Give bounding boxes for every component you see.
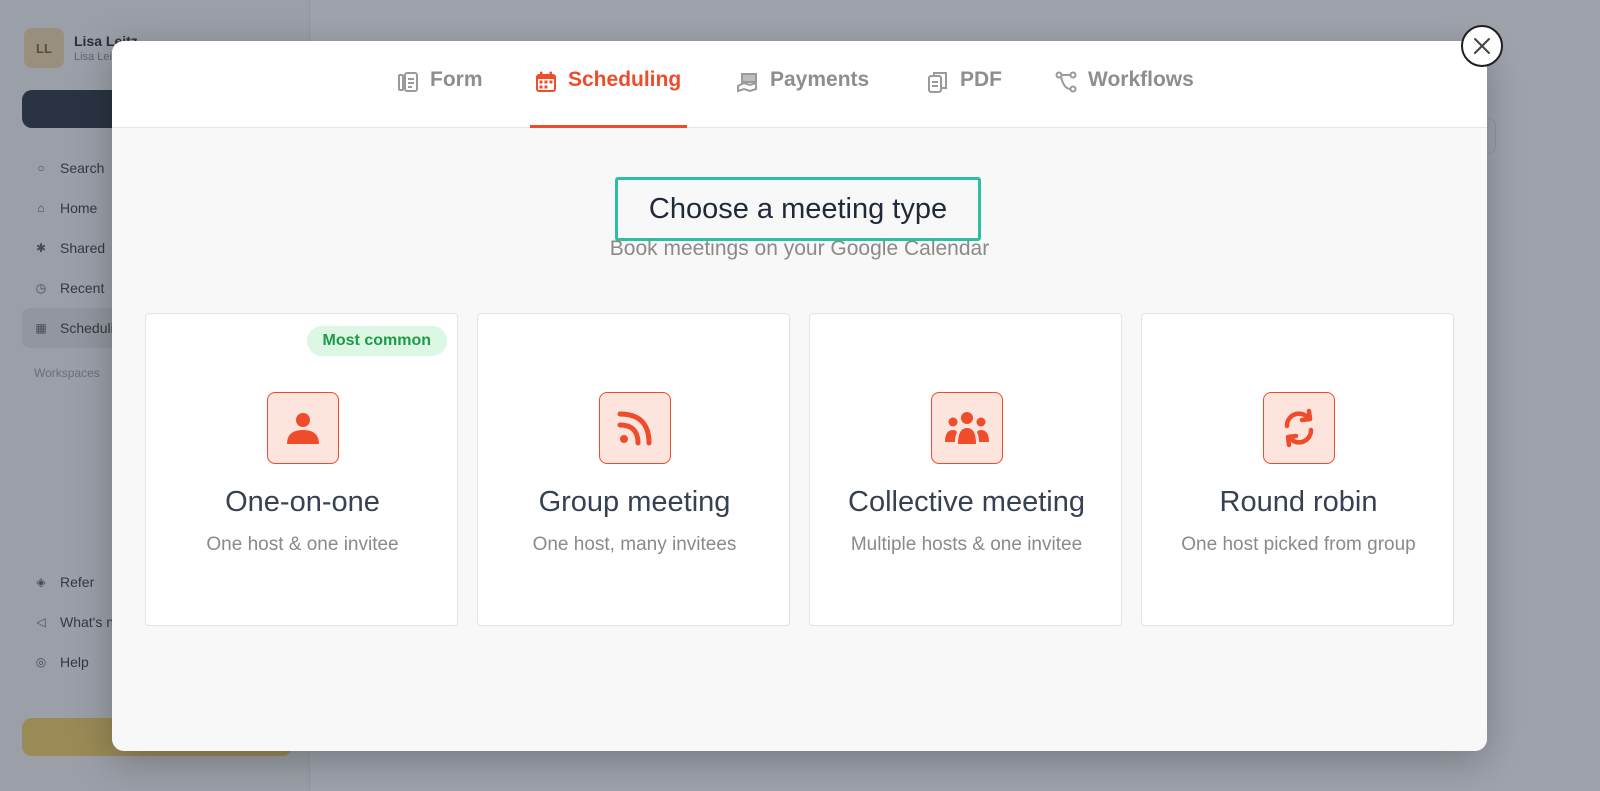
payments-icon xyxy=(736,70,760,94)
close-modal-button[interactable] xyxy=(1461,25,1503,67)
page-title-highlight: Choose a meeting type xyxy=(615,177,981,241)
pdf-icon xyxy=(926,70,950,94)
calendar-icon xyxy=(534,70,558,94)
modal-tabs: Form Scheduling Payments PDF Workflows xyxy=(112,41,1487,128)
card-description: Multiple hosts & one invitee xyxy=(850,534,1083,555)
card-description: One host & one invitee xyxy=(206,534,399,555)
person-icon xyxy=(267,392,339,464)
page-title: Choose a meeting type xyxy=(648,192,948,225)
tab-label: Form xyxy=(430,68,483,91)
card-title: One-on-one xyxy=(225,486,380,518)
tab-scheduling[interactable]: Scheduling xyxy=(529,68,688,128)
tab-form[interactable]: Form xyxy=(396,68,483,128)
rotate-arrows-icon xyxy=(1263,392,1335,464)
card-title: Collective meeting xyxy=(848,486,1085,518)
people-group-icon xyxy=(931,392,1003,464)
meeting-type-card-one-on-one[interactable]: Most common One-on-one One host & one in… xyxy=(145,313,458,626)
tab-label: PDF xyxy=(960,68,1002,91)
most-common-badge: Most common xyxy=(306,326,447,356)
form-icon xyxy=(396,70,420,94)
tab-workflows[interactable]: Workflows xyxy=(1054,68,1194,128)
tab-label: Scheduling xyxy=(568,68,682,91)
create-modal: Form Scheduling Payments PDF Workflows C… xyxy=(112,41,1487,751)
meeting-type-card-collective[interactable]: Collective meeting Multiple hosts & one … xyxy=(809,313,1122,626)
meeting-type-card-round-robin[interactable]: Round robin One host picked from group xyxy=(1141,313,1454,626)
tab-payments[interactable]: Payments xyxy=(736,68,869,128)
page-subtitle: Book meetings on your Google Calendar xyxy=(609,237,990,260)
tab-label: Payments xyxy=(770,68,870,91)
card-description: One host picked from group xyxy=(1181,534,1416,555)
card-description: One host, many invitees xyxy=(532,534,737,555)
card-title: Group meeting xyxy=(538,486,731,518)
meeting-type-card-group[interactable]: Group meeting One host, many invitees xyxy=(477,313,790,626)
card-title: Round robin xyxy=(1219,486,1378,518)
tab-label: Workflows xyxy=(1088,68,1194,91)
workflows-icon xyxy=(1054,70,1078,94)
tab-pdf[interactable]: PDF xyxy=(926,68,1002,128)
close-icon xyxy=(1474,38,1490,54)
broadcast-icon xyxy=(599,392,671,464)
